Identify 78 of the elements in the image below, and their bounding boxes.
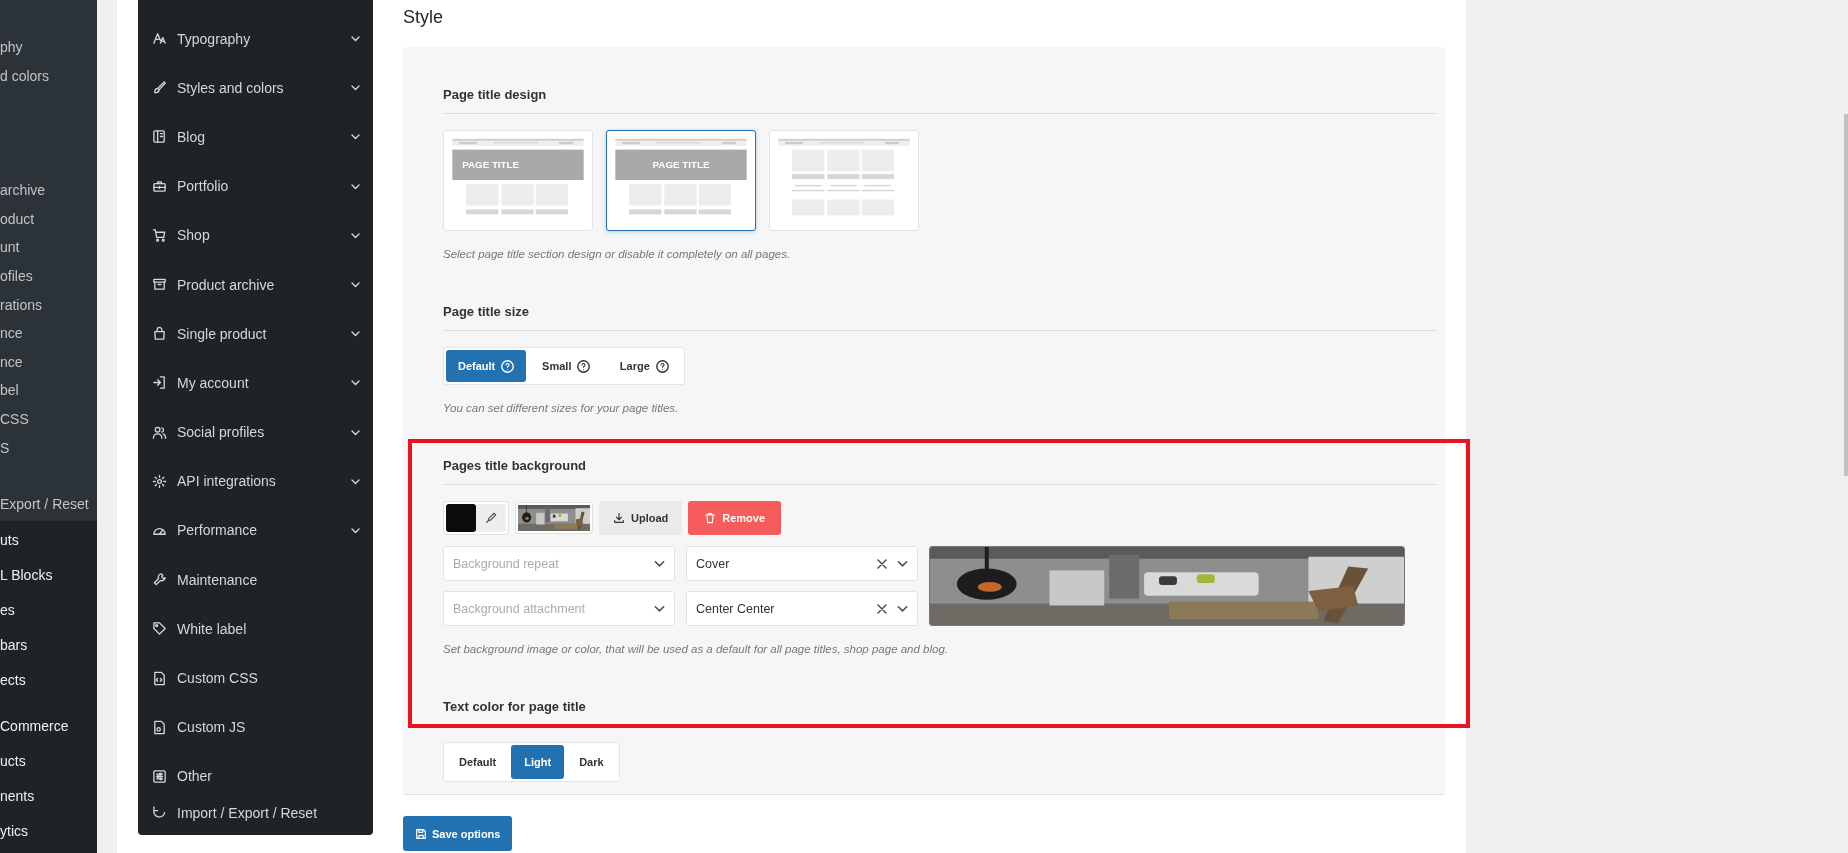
menu-item[interactable]: Portfolio: [138, 161, 373, 211]
menu-item[interactable]: Typography: [138, 14, 373, 64]
people-icon: [152, 424, 167, 440]
sidebar-item[interactable]: phy: [0, 37, 97, 66]
sidebar-item[interactable]: d colors: [0, 65, 97, 95]
section-heading: Text color for page title: [443, 693, 1437, 726]
option-button[interactable]: Large: [606, 350, 683, 382]
eyedropper-icon: [485, 512, 497, 524]
sidebar-item[interactable]: archive: [0, 180, 97, 209]
upload-button[interactable]: Upload: [599, 501, 683, 535]
section-heading: Page title design: [443, 81, 1437, 114]
option-button[interactable]: Light: [511, 745, 565, 779]
trash-icon: [704, 512, 717, 524]
menu-item[interactable]: Custom JS: [138, 702, 373, 752]
select-field[interactable]: Center Center: [686, 591, 918, 626]
sidebar-item[interactable]: es: [0, 599, 97, 634]
sidebar-item[interactable]: Commerce: [0, 715, 97, 750]
bag-icon: [152, 326, 167, 342]
sidebar-item[interactable]: oduct: [0, 208, 97, 238]
sign-in-icon: [152, 375, 167, 391]
menu-item[interactable]: Single product: [138, 309, 373, 359]
sidebar-item[interactable]: uts: [0, 529, 97, 564]
sidebar-item[interactable]: ytics: [0, 820, 97, 853]
wrench-icon: [152, 572, 167, 588]
color-swatch[interactable]: [446, 504, 476, 532]
sidebar-item[interactable]: unt: [0, 237, 97, 266]
sidebar-item[interactable]: rations: [0, 294, 97, 324]
page-title: Style: [403, 7, 445, 29]
menu-item[interactable]: Custom CSS: [138, 653, 373, 703]
section-heading: Page title size: [443, 298, 1437, 331]
sidebar-item[interactable]: bars: [0, 634, 97, 669]
archive-box-icon: [152, 277, 167, 293]
file-gear-icon: [152, 719, 167, 735]
sidebar-item[interactable]: ofiles: [0, 265, 97, 295]
help-text: Select page title section design or disable it completely on all pages.: [443, 247, 792, 261]
section-heading: Pages title background: [443, 452, 1437, 485]
brush-icon: [152, 80, 167, 96]
cart-icon: [152, 227, 167, 243]
sidebar-item[interactable]: nce: [0, 323, 97, 352]
help-text: You can set different sizes for your page titles.: [443, 401, 680, 415]
option-button[interactable]: Default: [446, 350, 527, 382]
menu-item[interactable]: Product archive: [138, 259, 373, 310]
sidebar-item[interactable]: CSS: [0, 408, 97, 438]
menu-item[interactable]: Styles and colors: [138, 63, 373, 113]
sidebar-item[interactable]: ects: [0, 669, 97, 704]
sliders-icon: [152, 768, 167, 784]
menu-item[interactable]: White label: [138, 604, 373, 654]
sidebar-item[interactable]: nce: [0, 351, 97, 381]
color-picker[interactable]: [443, 501, 509, 535]
menu-item[interactable]: Social profiles: [138, 407, 373, 457]
briefcase-icon: [152, 178, 167, 194]
sidebar-item[interactable]: Export / Reset: [0, 494, 97, 523]
option-button[interactable]: Small: [528, 350, 605, 382]
file-code-icon: [152, 670, 167, 686]
menu-item[interactable]: My account: [138, 358, 373, 408]
menu-item[interactable]: Other: [138, 751, 373, 801]
sidebar-item[interactable]: L Blocks: [0, 564, 97, 599]
select-field[interactable]: Cover: [686, 546, 918, 581]
book-icon: [152, 129, 167, 145]
menu-item[interactable]: Shop: [138, 210, 373, 260]
menu-item[interactable]: API integrations: [138, 456, 373, 506]
download-icon: [613, 512, 625, 524]
sidebar-item[interactable]: S: [0, 437, 97, 467]
option-button[interactable]: Default: [446, 745, 510, 779]
menu-item[interactable]: Maintenance: [138, 555, 373, 605]
menu-item[interactable]: Blog: [138, 112, 373, 162]
sidebar-item[interactable]: nents: [0, 785, 97, 820]
menu-item[interactable]: Import / Export / Reset: [138, 801, 373, 831]
scrollbar-thumb[interactable]: [1844, 114, 1848, 476]
tag-icon: [152, 621, 167, 637]
help-text: Set background image or color, that will be used as a default for all page titles, shop page and blog.: [443, 642, 950, 656]
typography-icon: [152, 31, 167, 47]
option-button[interactable]: Dark: [566, 745, 617, 779]
save-button[interactable]: Save options: [403, 816, 513, 851]
sidebar-item[interactable]: bel: [0, 380, 97, 409]
layout-option[interactable]: [769, 130, 919, 231]
sidebar-item[interactable]: ucts: [0, 750, 97, 785]
menu-item[interactable]: Performance: [138, 505, 373, 556]
